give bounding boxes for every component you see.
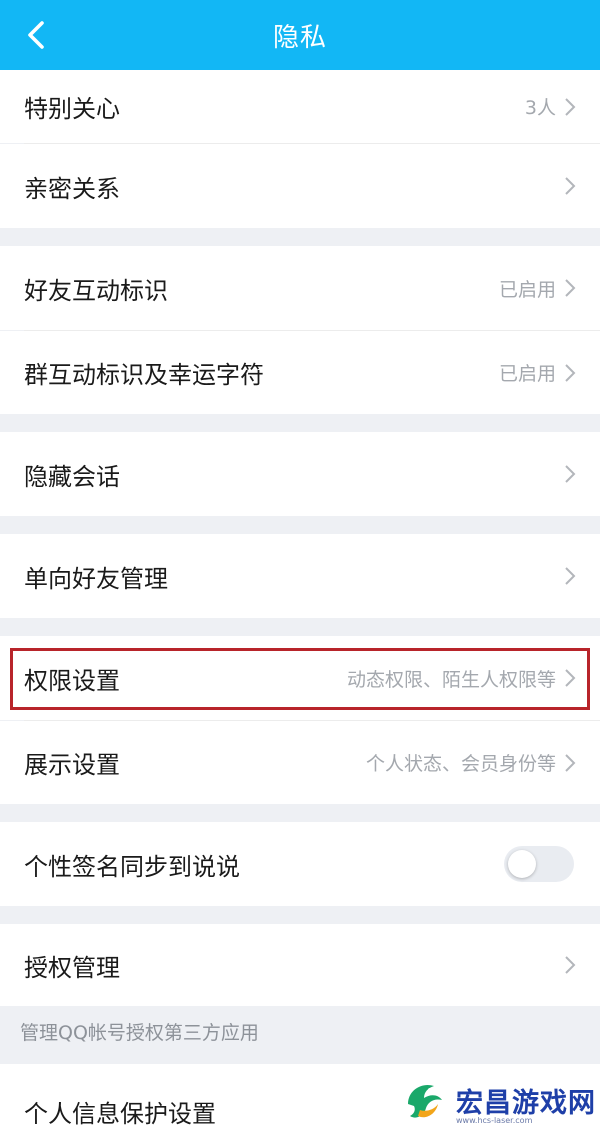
row-label: 亲密关系	[24, 174, 120, 203]
row-label: 个人信息保护设置	[24, 1100, 216, 1128]
row-label: 好友互动标识	[24, 276, 168, 305]
toggle-knob	[508, 850, 536, 878]
row-friend-interaction-badge[interactable]: 好友互动标识 已启用	[0, 246, 600, 330]
chevron-right-icon	[565, 177, 576, 195]
row-value: 已启用	[498, 278, 556, 301]
chevron-right-icon	[565, 279, 576, 297]
watermark: 宏昌游戏网 www.hcs-laser.com	[400, 1072, 596, 1128]
chevron-right-icon	[565, 669, 576, 687]
row-label: 特别关心	[24, 95, 120, 123]
row-permission-settings[interactable]: 权限设置 动态权限、陌生人权限等	[0, 636, 600, 720]
row-label: 个性签名同步到说说	[24, 852, 240, 881]
chevron-right-icon	[565, 363, 576, 382]
row-special-care[interactable]: 特别关心 3人	[0, 70, 600, 143]
chevron-right-icon	[565, 567, 576, 585]
chevron-right-icon	[565, 97, 576, 116]
row-signature-sync: 个性签名同步到说说	[0, 822, 600, 906]
row-label: 展示设置	[24, 751, 120, 779]
back-arrow-icon[interactable]	[20, 17, 52, 53]
chevron-right-icon	[565, 465, 576, 483]
row-intimate-relationship[interactable]: 亲密关系	[0, 144, 600, 228]
row-group-interaction-badge[interactable]: 群互动标识及幸运字符 已启用	[0, 331, 600, 414]
watermark-text: 宏昌游戏网	[456, 1087, 596, 1119]
signature-sync-toggle[interactable]	[504, 846, 574, 882]
row-label: 群互动标识及幸运字符	[24, 361, 264, 389]
top-bar: 隐私	[0, 0, 600, 70]
row-authorization-management[interactable]: 授权管理	[0, 924, 600, 1006]
watermark-url: www.hcs-laser.com	[456, 1116, 533, 1125]
section-footnote: 管理QQ帐号授权第三方应用	[20, 1022, 259, 1044]
chevron-right-icon	[565, 956, 576, 974]
chevron-right-icon	[565, 753, 576, 772]
row-value: 已启用	[498, 363, 556, 385]
row-label: 授权管理	[24, 953, 120, 982]
row-value: 3人	[524, 97, 556, 119]
dragon-logo-icon	[408, 1084, 442, 1118]
row-label: 单向好友管理	[24, 564, 168, 593]
row-one-way-friends[interactable]: 单向好友管理	[0, 534, 600, 618]
row-value: 动态权限、陌生人权限等	[346, 668, 556, 691]
row-display-settings[interactable]: 展示设置 个人状态、会员身份等	[0, 721, 600, 804]
row-label: 隐藏会话	[24, 462, 120, 491]
row-value: 个人状态、会员身份等	[365, 753, 556, 775]
row-hidden-chats[interactable]: 隐藏会话	[0, 432, 600, 516]
row-label: 权限设置	[24, 666, 120, 695]
page-title: 隐私	[272, 22, 327, 53]
